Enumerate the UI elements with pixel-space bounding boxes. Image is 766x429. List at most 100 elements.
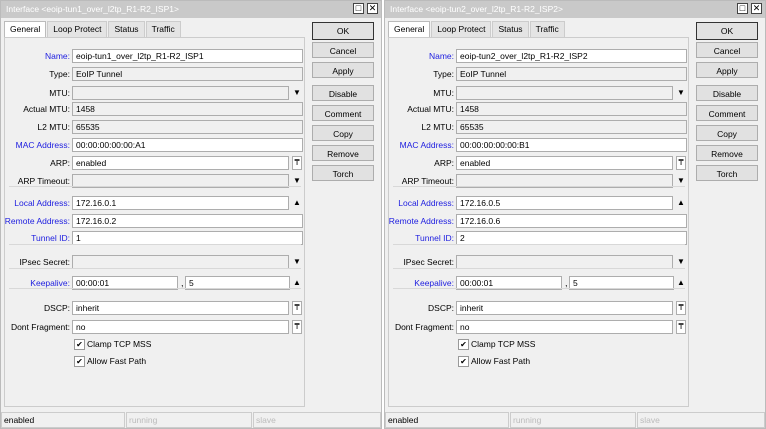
copy-button[interactable]: Copy — [696, 125, 758, 141]
dropdown-icon[interactable]: ▼ — [292, 255, 302, 269]
mac-field[interactable]: 00:00:00:00:00:A1 — [72, 138, 303, 152]
remove-button[interactable]: Remove — [312, 145, 374, 161]
keepalive-comma: , — [181, 278, 184, 288]
name-field[interactable]: eoip-tun2_over_l2tp_R1-R2_ISP2 — [456, 49, 687, 63]
status-slave: slave — [253, 412, 381, 428]
fastpath-checkbox[interactable]: ✔ — [74, 356, 85, 367]
dropdown-icon[interactable]: ₸ — [676, 301, 686, 315]
dscp-label: DSCP: — [428, 303, 454, 313]
tunnel-field[interactable]: 1 — [72, 231, 303, 245]
dropdown-icon[interactable]: ₸ — [292, 320, 302, 334]
status-enabled: enabled — [385, 412, 509, 428]
separator — [9, 288, 301, 289]
arp-row: ARP: enabled ₸ — [5, 156, 306, 170]
ok-button[interactable]: OK — [312, 22, 374, 40]
name-label: Name: — [428, 51, 454, 61]
collapse-icon[interactable]: ▲ — [292, 196, 302, 210]
torch-button[interactable]: Torch — [696, 165, 758, 181]
name-field[interactable]: eoip-tun1_over_l2tp_R1-R2_ISP1 — [72, 49, 303, 63]
arp-label: ARP: — [50, 158, 70, 168]
dropdown-icon[interactable]: ▼ — [676, 255, 686, 269]
df-field[interactable]: no — [72, 320, 289, 334]
clamp-checkbox[interactable]: ✔ — [458, 339, 469, 350]
tab-loop-protect[interactable]: Loop Protect — [47, 21, 108, 37]
close-icon[interactable]: ✕ — [367, 3, 378, 14]
fastpath-checkbox-row[interactable]: ✔ Allow Fast Path — [5, 355, 306, 369]
ok-button[interactable]: OK — [696, 22, 758, 40]
separator — [9, 268, 301, 269]
mtu-field[interactable] — [72, 86, 289, 100]
tunnel-field[interactable]: 2 — [456, 231, 687, 245]
actual-mtu-row: Actual MTU: 1458 — [5, 102, 306, 116]
dscp-field[interactable]: inherit — [456, 301, 673, 315]
mac-row: MAC Address: 00:00:00:00:00:B1 — [389, 138, 690, 152]
arp-field[interactable]: enabled — [456, 156, 673, 170]
clamp-label: Clamp TCP MSS — [471, 339, 536, 349]
tab-status[interactable]: Status — [108, 21, 145, 37]
remote-field[interactable]: 172.16.0.2 — [72, 214, 303, 228]
comment-button[interactable]: Comment — [312, 105, 374, 121]
cancel-button[interactable]: Cancel — [696, 42, 758, 58]
tab-status[interactable]: Status — [492, 21, 529, 37]
remove-button[interactable]: Remove — [696, 145, 758, 161]
maximize-icon[interactable]: □ — [353, 3, 364, 14]
type-field: EoIP Tunnel — [456, 67, 687, 81]
dropdown-icon[interactable]: ₸ — [292, 156, 302, 170]
ipsec-field[interactable] — [72, 255, 289, 269]
dscp-field[interactable]: inherit — [72, 301, 289, 315]
remote-row: Remote Address: 172.16.0.6 — [389, 214, 690, 228]
close-icon[interactable]: ✕ — [751, 3, 762, 14]
separator — [393, 186, 685, 187]
tab-bar: General Loop Protect Status Traffic — [4, 21, 182, 39]
tab-loop-protect[interactable]: Loop Protect — [431, 21, 492, 37]
apply-button[interactable]: Apply — [312, 62, 374, 78]
apply-button[interactable]: Apply — [696, 62, 758, 78]
local-label: Local Address: — [14, 198, 70, 208]
tab-traffic[interactable]: Traffic — [145, 21, 181, 37]
comment-button[interactable]: Comment — [696, 105, 758, 121]
dropdown-icon[interactable]: ▼ — [676, 86, 686, 100]
l2-mtu-label: L2 MTU: — [37, 122, 70, 132]
mtu-label: MTU: — [49, 88, 70, 98]
df-field[interactable]: no — [456, 320, 673, 334]
clamp-checkbox-row[interactable]: ✔ Clamp TCP MSS — [389, 338, 690, 352]
general-panel: Name: eoip-tun1_over_l2tp_R1-R2_ISP1 Type:… — [4, 37, 305, 407]
dropdown-icon[interactable]: ₸ — [292, 301, 302, 315]
clamp-checkbox[interactable]: ✔ — [74, 339, 85, 350]
disable-button[interactable]: Disable — [312, 85, 374, 101]
tab-traffic[interactable]: Traffic — [529, 21, 565, 37]
cancel-button[interactable]: Cancel — [312, 42, 374, 58]
name-row: Name: eoip-tun2_over_l2tp_R1-R2_ISP2 — [389, 49, 690, 63]
maximize-icon[interactable]: □ — [737, 3, 748, 14]
status-running: running — [126, 412, 252, 428]
window-title-text: Interface <eoip-tun2_over_l2tp_R1-R2_ISP… — [390, 4, 563, 14]
fastpath-checkbox[interactable]: ✔ — [458, 356, 469, 367]
dropdown-icon[interactable]: ▼ — [292, 86, 302, 100]
mtu-field[interactable] — [456, 86, 673, 100]
df-row: Dont Fragment: no ₸ — [389, 320, 690, 334]
separator — [9, 186, 301, 187]
separator — [9, 244, 301, 245]
remote-field[interactable]: 172.16.0.6 — [456, 214, 687, 228]
collapse-icon[interactable]: ▲ — [676, 196, 686, 210]
mac-field[interactable]: 00:00:00:00:00:B1 — [456, 138, 687, 152]
remote-label: Remote Address: — [4, 216, 70, 226]
local-field[interactable]: 172.16.0.1 — [72, 196, 289, 210]
disable-button[interactable]: Disable — [696, 85, 758, 101]
l2-mtu-field: 65535 — [456, 120, 687, 134]
fastpath-checkbox-row[interactable]: ✔ Allow Fast Path — [389, 355, 690, 369]
interface-window: Interface <eoip-tun2_over_l2tp_R1-R2_ISP… — [384, 0, 766, 429]
type-field: EoIP Tunnel — [72, 67, 303, 81]
dropdown-icon[interactable]: ₸ — [676, 156, 686, 170]
clamp-checkbox-row[interactable]: ✔ Clamp TCP MSS — [5, 338, 306, 352]
l2-mtu-row: L2 MTU: 65535 — [389, 120, 690, 134]
tunnel-label: Tunnel ID: — [415, 233, 454, 243]
arp-field[interactable]: enabled — [72, 156, 289, 170]
copy-button[interactable]: Copy — [312, 125, 374, 141]
ipsec-field[interactable] — [456, 255, 673, 269]
local-field[interactable]: 172.16.0.5 — [456, 196, 673, 210]
torch-button[interactable]: Torch — [312, 165, 374, 181]
fastpath-label: Allow Fast Path — [471, 356, 531, 366]
dropdown-icon[interactable]: ₸ — [676, 320, 686, 334]
tab-bar: General Loop Protect Status Traffic — [388, 21, 566, 39]
